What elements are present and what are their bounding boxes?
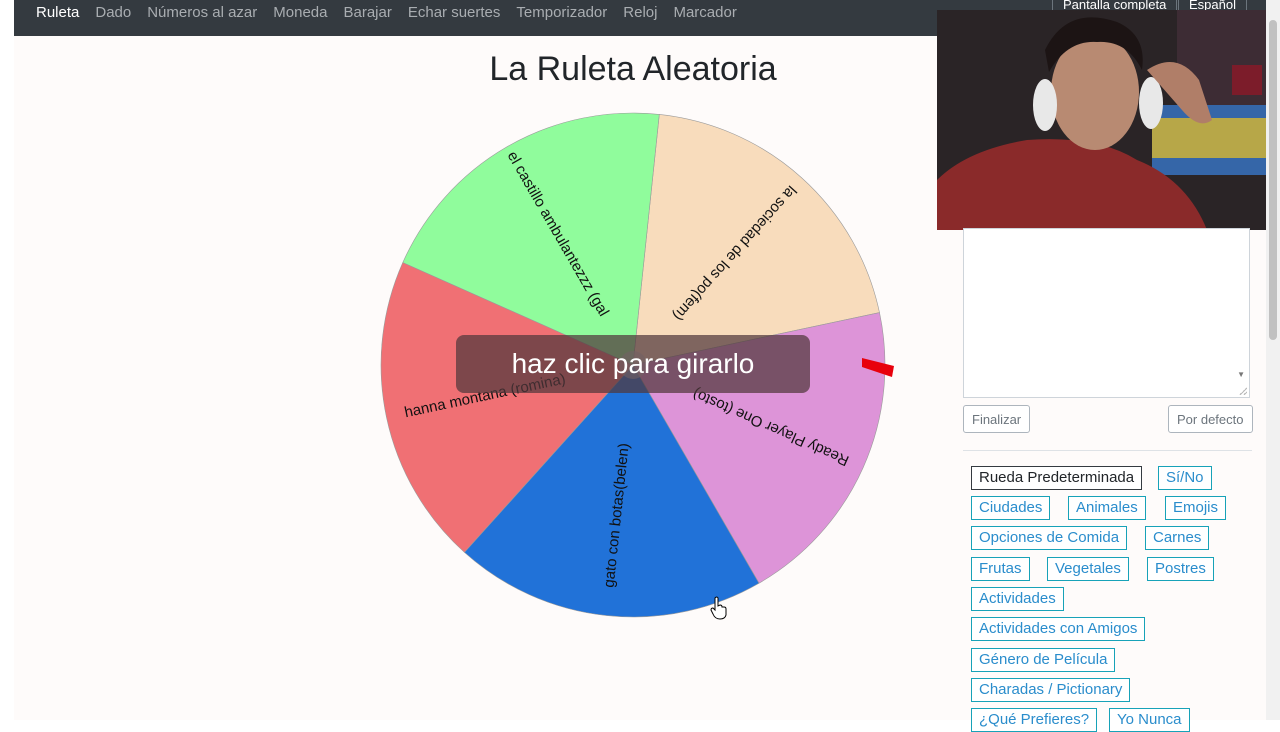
webcam-overlay bbox=[937, 10, 1267, 230]
nav-link-reloj[interactable]: Reloj bbox=[623, 4, 657, 21]
hand-cursor-icon bbox=[710, 596, 727, 620]
left-gutter bbox=[0, 0, 14, 720]
preset-desserts[interactable]: Postres bbox=[1147, 557, 1214, 581]
finish-button[interactable]: Finalizar bbox=[963, 405, 1031, 433]
wheel-options-textarea[interactable]: ▼ bbox=[963, 228, 1250, 398]
preset-cities[interactable]: Ciudades bbox=[971, 496, 1051, 520]
nav-links: Ruleta Dado Números al azar Moneda Baraj… bbox=[36, 0, 753, 24]
preset-would-you-rather[interactable]: ¿Qué Prefieres? bbox=[971, 708, 1098, 732]
page-title: La Ruleta Aleatoria bbox=[489, 50, 777, 88]
nav-link-ruleta[interactable]: Ruleta bbox=[36, 4, 79, 21]
preset-emojis[interactable]: Emojis bbox=[1165, 496, 1227, 520]
preset-fruits[interactable]: Frutas bbox=[971, 557, 1030, 581]
preset-charades[interactable]: Charadas / Pictionary bbox=[971, 678, 1131, 702]
preset-activities-friends[interactable]: Actividades con Amigos bbox=[971, 617, 1146, 641]
nav-link-barajar[interactable]: Barajar bbox=[343, 4, 391, 21]
default-button[interactable]: Por defecto bbox=[1168, 405, 1253, 433]
nav-link-echar-suertes[interactable]: Echar suertes bbox=[408, 4, 501, 21]
nav-link-marcador[interactable]: Marcador bbox=[673, 4, 736, 21]
divider bbox=[963, 450, 1252, 451]
preset-movie-genre[interactable]: Género de Película bbox=[971, 648, 1116, 672]
scrollbar-thumb[interactable] bbox=[1269, 20, 1277, 340]
nav-link-temporizador[interactable]: Temporizador bbox=[516, 4, 607, 21]
resize-grip-icon[interactable] bbox=[1237, 385, 1247, 395]
preset-meats[interactable]: Carnes bbox=[1145, 526, 1210, 550]
page-scrollbar[interactable] bbox=[1266, 0, 1280, 720]
preset-animals[interactable]: Animales bbox=[1068, 496, 1146, 520]
preset-never-have-i[interactable]: Yo Nunca bbox=[1109, 708, 1190, 732]
spin-button[interactable]: haz clic para girarlo bbox=[456, 335, 810, 393]
nav-link-moneda[interactable]: Moneda bbox=[273, 4, 327, 21]
preset-vegetables[interactable]: Vegetales bbox=[1047, 557, 1129, 581]
preset-yes-no[interactable]: Sí/No bbox=[1158, 466, 1212, 490]
nav-link-dado[interactable]: Dado bbox=[95, 4, 131, 21]
nav-link-numeros[interactable]: Números al azar bbox=[147, 4, 257, 21]
preset-activities[interactable]: Actividades bbox=[971, 587, 1064, 611]
preset-default-wheel[interactable]: Rueda Predeterminada bbox=[971, 466, 1143, 490]
preset-food-options[interactable]: Opciones de Comida bbox=[971, 526, 1128, 550]
scroll-down-icon[interactable]: ▼ bbox=[1237, 370, 1245, 379]
